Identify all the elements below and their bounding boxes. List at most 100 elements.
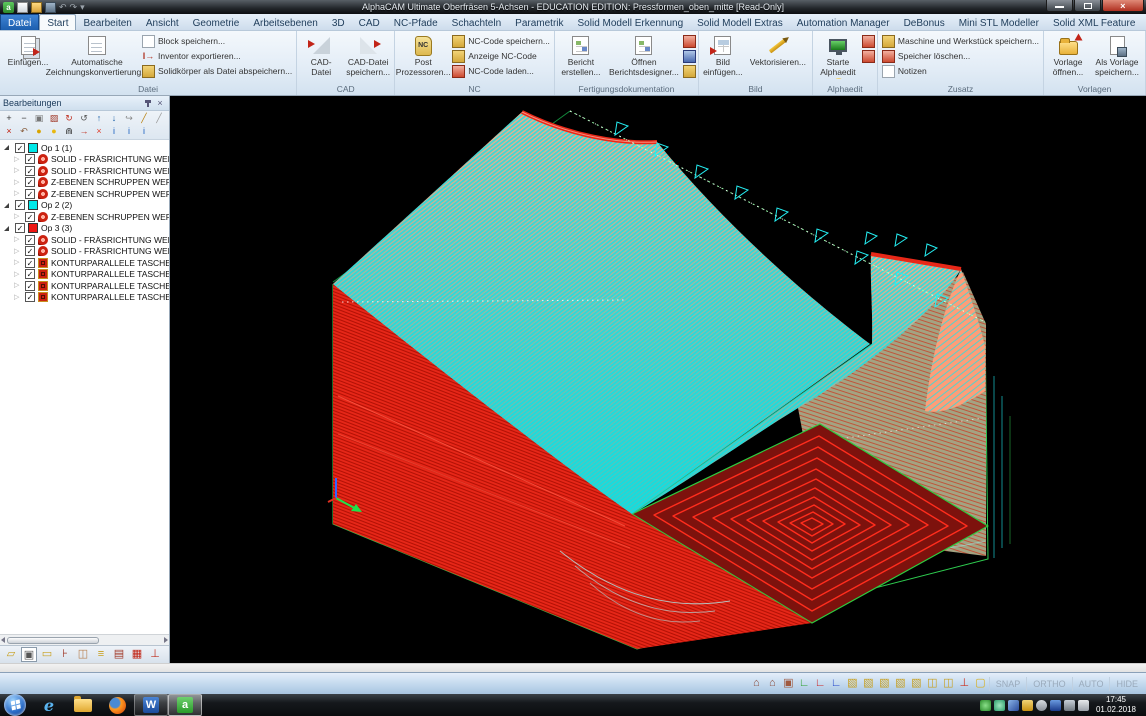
speicher-loeschen-button[interactable]: Speicher löschen... bbox=[880, 49, 1041, 63]
visibility-checkbox[interactable]: ✓ bbox=[25, 246, 35, 256]
panel-tool-button[interactable]: ⋒ bbox=[62, 125, 76, 137]
ribbon-tab[interactable]: Add-Ins/Makros bbox=[1142, 14, 1146, 30]
visibility-checkbox[interactable]: ✓ bbox=[25, 258, 35, 268]
ribbon-tab[interactable]: Geometrie bbox=[186, 14, 247, 30]
visibility-checkbox[interactable]: ✓ bbox=[25, 235, 35, 245]
panel-tool-button[interactable]: i bbox=[137, 125, 151, 137]
panel-bottom-tab[interactable]: ▤ bbox=[111, 647, 127, 662]
notizen-button[interactable]: Notizen bbox=[880, 64, 1041, 78]
visibility-checkbox[interactable]: ✓ bbox=[15, 200, 25, 210]
panel-tool-button[interactable]: × bbox=[2, 125, 16, 137]
panel-bottom-tab[interactable]: ⊥ bbox=[147, 647, 163, 662]
ribbon-tab[interactable]: Solid XML Feature bbox=[1046, 14, 1142, 30]
expander-collapsed-icon[interactable]: ▷ bbox=[14, 177, 22, 188]
cad-datei-laden-button[interactable]: CAD-Datei laden... bbox=[299, 32, 343, 84]
view-tool-button[interactable]: ◫ bbox=[925, 676, 940, 691]
tray-icon[interactable] bbox=[980, 700, 991, 711]
panel-tool-button[interactable]: ↪ bbox=[122, 112, 136, 124]
expander-collapsed-icon[interactable]: ▷ bbox=[14, 165, 22, 176]
expander-collapsed-icon[interactable]: ▷ bbox=[14, 257, 22, 268]
starte-alphaedit-button[interactable]: Starte Alphaedit? bbox=[815, 32, 861, 84]
visibility-checkbox[interactable]: ✓ bbox=[25, 212, 35, 222]
taskbar-item-firefox[interactable] bbox=[100, 694, 134, 716]
zeichnungskonvertierung-button[interactable]: Automatische Zeichnungskonvertierung... bbox=[55, 32, 139, 84]
expander-expanded-icon[interactable] bbox=[4, 203, 9, 208]
visibility-checkbox[interactable]: ✓ bbox=[25, 177, 35, 187]
alphaedit-edit-button[interactable] bbox=[862, 35, 875, 48]
panel-bottom-tab[interactable]: ▦ bbox=[129, 647, 145, 662]
panel-tool-button[interactable]: ↻ bbox=[62, 112, 76, 124]
view-tool-button[interactable]: ⌂ bbox=[765, 676, 780, 691]
viewport[interactable] bbox=[170, 96, 1146, 663]
tree-row[interactable]: ▷ ✓ Z-EBENEN SCHRUPPEN WERKZEU bbox=[0, 211, 169, 223]
nc-code-speichern-button[interactable]: NC-Code speichern... bbox=[450, 34, 552, 48]
panel-bottom-tab[interactable]: ≡ bbox=[93, 647, 109, 662]
ribbon-tab[interactable]: Solid Modell Erkennung bbox=[571, 14, 691, 30]
tray-icon[interactable] bbox=[1064, 700, 1075, 711]
panel-bottom-tab[interactable]: ▣ bbox=[21, 647, 37, 662]
tree-row[interactable]: ▷ ✓ SOLID - FRÄSRICHTUNG WERKZE bbox=[0, 154, 169, 166]
ribbon-tab[interactable]: NC-Pfade bbox=[387, 14, 445, 30]
ribbon-tab[interactable]: Start bbox=[39, 14, 76, 30]
panel-tool-button[interactable]: ▨ bbox=[47, 112, 61, 124]
expander-collapsed-icon[interactable]: ▷ bbox=[14, 154, 22, 165]
view-tool-button[interactable]: ∟ bbox=[813, 676, 828, 691]
panel-tool-button[interactable]: i bbox=[122, 125, 136, 137]
start-button[interactable] bbox=[4, 694, 26, 716]
view-tool-button[interactable]: ∟ bbox=[829, 676, 844, 691]
solidkoerper-abspeichern-button[interactable]: Solidkörper als Datei abspeichern... bbox=[140, 64, 294, 78]
tray-icon[interactable] bbox=[1050, 700, 1061, 711]
taskbar-item-alphacam[interactable]: a bbox=[168, 694, 202, 716]
view-tool-button[interactable]: ∟ bbox=[797, 676, 812, 691]
visibility-checkbox[interactable]: ✓ bbox=[25, 154, 35, 164]
post-prozessoren-button[interactable]: NC Post Prozessoren... bbox=[397, 32, 449, 84]
expander-collapsed-icon[interactable]: ▷ bbox=[14, 188, 22, 199]
ribbon-tab[interactable]: Ansicht bbox=[139, 14, 186, 30]
visibility-checkbox[interactable]: ✓ bbox=[25, 281, 35, 291]
berichtsdesigner-button[interactable]: Öffnen Berichtsdesigner... bbox=[606, 32, 682, 84]
panel-tool-button[interactable]: ● bbox=[47, 125, 61, 137]
expander-expanded-icon[interactable] bbox=[4, 145, 9, 150]
visibility-checkbox[interactable]: ✓ bbox=[25, 189, 35, 199]
panel-bottom-tab[interactable]: ◫ bbox=[75, 647, 91, 662]
visibility-checkbox[interactable]: ✓ bbox=[25, 166, 35, 176]
expander-collapsed-icon[interactable]: ▷ bbox=[14, 211, 22, 222]
pin-icon[interactable] bbox=[142, 97, 154, 109]
taskbar-item-internet-explorer[interactable]: e bbox=[32, 694, 66, 716]
tray-icon[interactable] bbox=[1008, 700, 1019, 711]
tray-icon[interactable] bbox=[1022, 700, 1033, 711]
visibility-checkbox[interactable]: ✓ bbox=[25, 269, 35, 279]
view-tool-button[interactable]: ▣ bbox=[781, 676, 796, 691]
panel-hscrollbar[interactable] bbox=[0, 634, 169, 645]
tree-row[interactable]: ▷ ✓ KONTURPARALLELE TASCHE - SCH bbox=[0, 269, 169, 281]
maximize-button[interactable] bbox=[1074, 0, 1101, 12]
view-tool-button[interactable]: ▧ bbox=[861, 676, 876, 691]
view-tool-button[interactable]: ⊥ bbox=[957, 676, 972, 691]
ribbon-tab[interactable]: Parametrik bbox=[508, 14, 570, 30]
minimize-button[interactable] bbox=[1046, 0, 1073, 12]
ribbon-tab[interactable]: Automation Manager bbox=[790, 14, 897, 30]
report-settings-button[interactable] bbox=[683, 50, 696, 63]
alphaedit-link-button[interactable] bbox=[862, 50, 875, 63]
close-button[interactable]: × bbox=[1102, 0, 1144, 12]
view-tool-button[interactable]: ▧ bbox=[893, 676, 908, 691]
expander-collapsed-icon[interactable]: ▷ bbox=[14, 234, 22, 245]
view-tool-button[interactable]: ▢ bbox=[973, 676, 988, 691]
panel-tool-button[interactable]: ▣ bbox=[32, 112, 46, 124]
expander-collapsed-icon[interactable]: ▷ bbox=[14, 280, 22, 291]
panel-tool-button[interactable]: ↓ bbox=[107, 112, 121, 124]
scrollbar-thumb[interactable] bbox=[7, 637, 99, 644]
view-tool-button[interactable]: ▧ bbox=[909, 676, 924, 691]
tray-icon[interactable] bbox=[1078, 700, 1089, 711]
panel-close-icon[interactable]: × bbox=[154, 97, 166, 109]
bericht-erstellen-button[interactable]: Bericht erstellen... bbox=[557, 32, 605, 84]
ribbon-tab[interactable]: Solid Modell Extras bbox=[690, 14, 790, 30]
maschine-werkstueck-speichern-button[interactable]: Maschine und Werkstück speichern... bbox=[880, 34, 1041, 48]
vektorisieren-button[interactable]: Vektorisieren... bbox=[746, 32, 810, 84]
panel-bottom-tab[interactable]: ⊦ bbox=[57, 647, 73, 662]
block-speichern-button[interactable]: Block speichern... bbox=[140, 34, 294, 48]
panel-tool-button[interactable]: i bbox=[107, 125, 121, 137]
tree-row[interactable]: ▷ ✓ SOLID - FRÄSRICHTUNG WERKZE bbox=[0, 246, 169, 258]
inventor-exportieren-button[interactable]: I→ Inventor exportieren... bbox=[140, 49, 294, 63]
panel-tool-button[interactable]: ↶ bbox=[17, 125, 31, 137]
